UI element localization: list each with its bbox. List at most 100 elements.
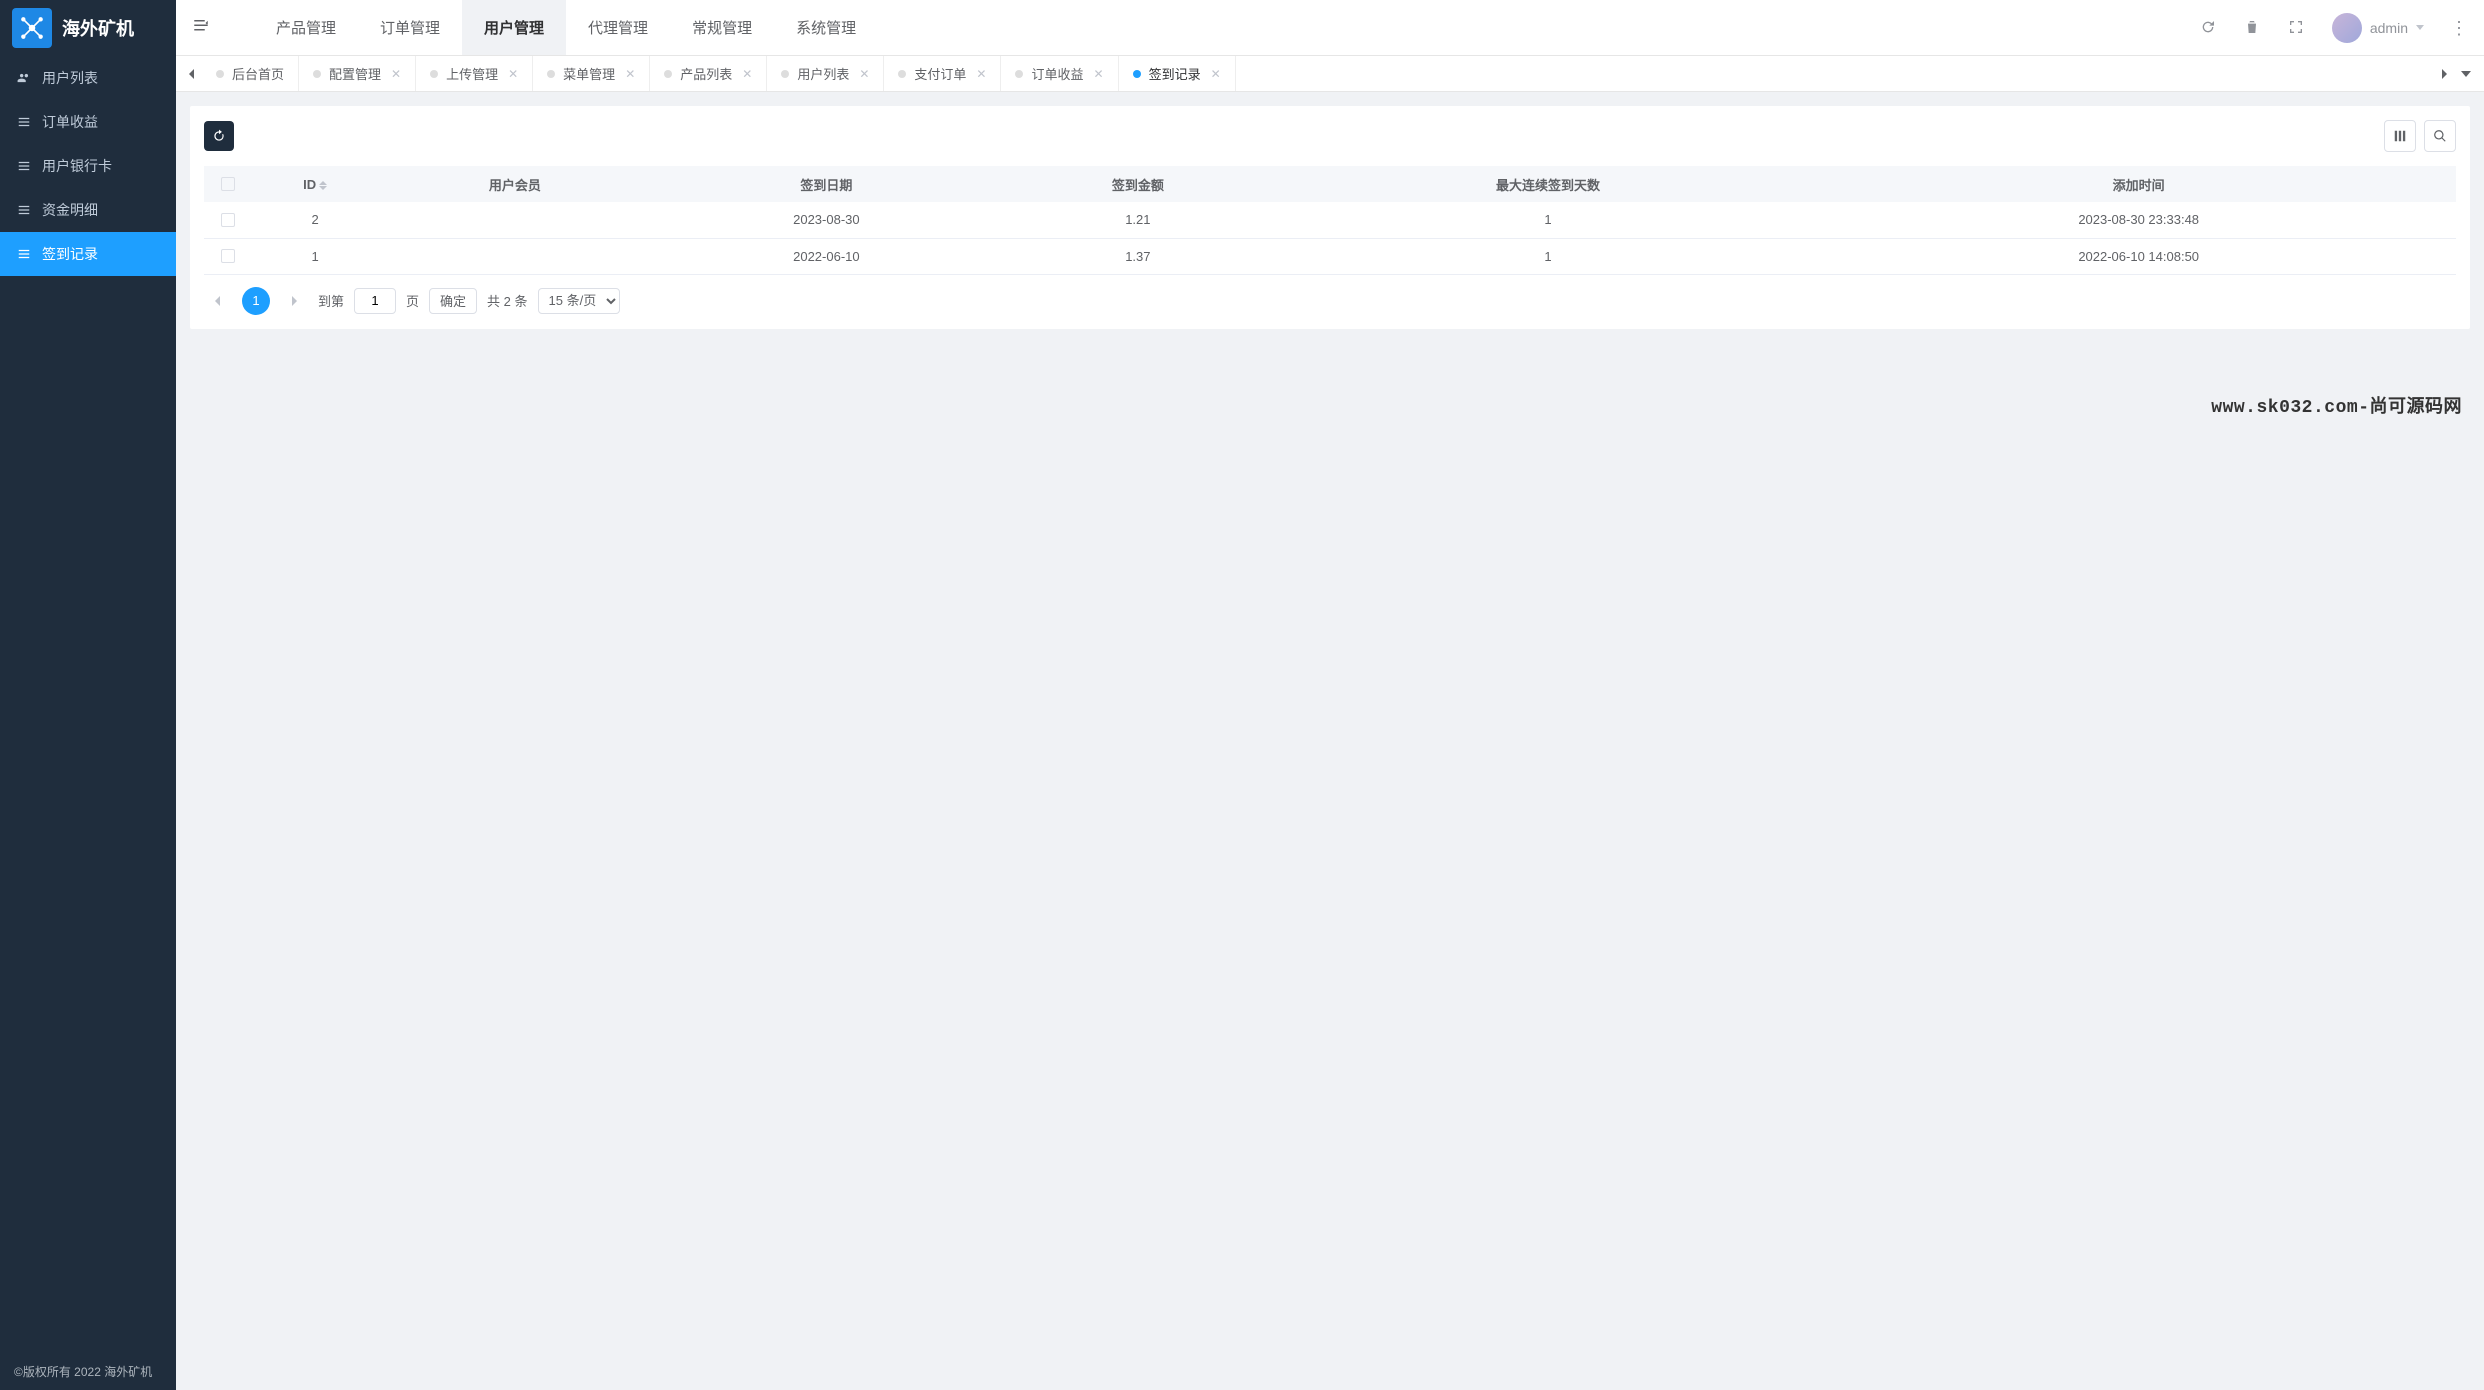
table-row: 2 2023-08-30 1.21 1 2023-08-30 23:33:48 bbox=[204, 202, 2456, 238]
dot-icon bbox=[547, 70, 555, 78]
page-prev[interactable] bbox=[204, 287, 232, 315]
sidebar-item-funds[interactable]: 资金明细 bbox=[0, 188, 176, 232]
dot-icon bbox=[216, 70, 224, 78]
tab-checkin[interactable]: 签到记录✕ bbox=[1118, 56, 1236, 91]
close-icon[interactable]: ✕ bbox=[742, 67, 752, 81]
col-id[interactable]: ID bbox=[252, 166, 378, 202]
pagination: 1 到第 页 确定 共 2 条 15 条/页 bbox=[204, 287, 2456, 315]
list-icon bbox=[16, 158, 32, 174]
cell-created: 2023-08-30 23:33:48 bbox=[1821, 202, 2456, 238]
list-icon bbox=[16, 246, 32, 262]
sidebar-item-label: 订单收益 bbox=[42, 112, 98, 132]
fullscreen-icon[interactable] bbox=[2288, 19, 2306, 37]
cell-amount: 1.21 bbox=[1001, 202, 1274, 238]
tab-scroll-left[interactable] bbox=[182, 56, 202, 91]
total-label: 共 2 条 bbox=[487, 291, 527, 310]
cell-member bbox=[378, 202, 651, 238]
dot-icon bbox=[313, 70, 321, 78]
page-suffix: 页 bbox=[406, 291, 419, 310]
nav-general[interactable]: 常规管理 bbox=[670, 0, 774, 55]
tabs-bar: 后台首页 配置管理✕ 上传管理✕ 菜单管理✕ 产品列表✕ 用户列表✕ 支付订单✕… bbox=[176, 56, 2484, 92]
close-icon[interactable]: ✕ bbox=[625, 67, 635, 81]
tab-users[interactable]: 用户列表✕ bbox=[766, 56, 884, 91]
collapse-toggle[interactable] bbox=[192, 17, 214, 39]
row-checkbox[interactable] bbox=[221, 249, 235, 263]
nav-agent[interactable]: 代理管理 bbox=[566, 0, 670, 55]
dot-icon bbox=[898, 70, 906, 78]
tab-upload[interactable]: 上传管理✕ bbox=[415, 56, 533, 91]
cell-date: 2023-08-30 bbox=[652, 202, 1002, 238]
sidebar-item-bankcard[interactable]: 用户银行卡 bbox=[0, 144, 176, 188]
chevron-down-icon bbox=[2416, 25, 2424, 30]
sidebar: 海外矿机 用户列表 订单收益 用户银行卡 资金明细 签到记录 bbox=[0, 0, 176, 1390]
logo[interactable]: 海外矿机 bbox=[0, 0, 176, 56]
users-icon bbox=[16, 70, 32, 86]
cell-maxdays: 1 bbox=[1275, 202, 1822, 238]
data-table: ID 用户会员 签到日期 签到金额 最大连续签到天数 添加时间 2 bbox=[204, 166, 2456, 275]
tab-pay[interactable]: 支付订单✕ bbox=[883, 56, 1001, 91]
page-number[interactable]: 1 bbox=[242, 287, 270, 315]
sidebar-item-checkin[interactable]: 签到记录 bbox=[0, 232, 176, 276]
close-icon[interactable]: ✕ bbox=[1094, 67, 1104, 81]
refresh-icon[interactable] bbox=[2200, 19, 2218, 37]
username: admin bbox=[2370, 20, 2408, 36]
row-checkbox[interactable] bbox=[221, 213, 235, 227]
sidebar-item-label: 资金明细 bbox=[42, 200, 98, 220]
more-icon[interactable]: ⋮ bbox=[2450, 19, 2468, 37]
tab-home[interactable]: 后台首页 bbox=[202, 56, 299, 91]
sidebar-item-order-income[interactable]: 订单收益 bbox=[0, 100, 176, 144]
dot-icon bbox=[430, 70, 438, 78]
tab-menu[interactable]: 菜单管理✕ bbox=[532, 56, 650, 91]
toolbar bbox=[204, 120, 2456, 152]
close-icon[interactable]: ✕ bbox=[1211, 67, 1221, 81]
select-all-checkbox[interactable] bbox=[221, 177, 235, 191]
sidebar-item-users[interactable]: 用户列表 bbox=[0, 56, 176, 100]
refresh-button[interactable] bbox=[204, 121, 234, 151]
close-icon[interactable]: ✕ bbox=[859, 67, 869, 81]
logo-icon bbox=[12, 8, 52, 48]
nav-order[interactable]: 订单管理 bbox=[358, 0, 462, 55]
tab-scroll-right[interactable] bbox=[2434, 56, 2454, 91]
tab-income[interactable]: 订单收益✕ bbox=[1000, 56, 1118, 91]
page-next[interactable] bbox=[280, 287, 308, 315]
cell-date: 2022-06-10 bbox=[652, 238, 1002, 274]
close-icon[interactable]: ✕ bbox=[391, 67, 401, 81]
columns-button[interactable] bbox=[2384, 120, 2416, 152]
content: ID 用户会员 签到日期 签到金额 最大连续签到天数 添加时间 2 bbox=[176, 92, 2484, 1390]
header-right: admin ⋮ bbox=[2200, 13, 2468, 43]
table-header-row: ID 用户会员 签到日期 签到金额 最大连续签到天数 添加时间 bbox=[204, 166, 2456, 202]
tabs-list: 后台首页 配置管理✕ 上传管理✕ 菜单管理✕ 产品列表✕ 用户列表✕ 支付订单✕… bbox=[202, 56, 2434, 91]
tab-dropdown[interactable] bbox=[2454, 69, 2478, 79]
close-icon[interactable]: ✕ bbox=[508, 67, 518, 81]
nav-user[interactable]: 用户管理 bbox=[462, 0, 566, 55]
cell-member bbox=[378, 238, 651, 274]
dot-icon bbox=[781, 70, 789, 78]
page-input[interactable] bbox=[354, 288, 396, 314]
goto-label: 到第 bbox=[318, 291, 344, 310]
col-date: 签到日期 bbox=[652, 166, 1002, 202]
side-menu: 用户列表 订单收益 用户银行卡 资金明细 签到记录 bbox=[0, 56, 176, 1353]
copyright: ©版权所有 2022 海外矿机 bbox=[0, 1353, 176, 1390]
close-icon[interactable]: ✕ bbox=[976, 67, 986, 81]
col-maxdays: 最大连续签到天数 bbox=[1275, 166, 1822, 202]
table-row: 1 2022-06-10 1.37 1 2022-06-10 14:08:50 bbox=[204, 238, 2456, 274]
tab-config[interactable]: 配置管理✕ bbox=[298, 56, 416, 91]
sidebar-item-label: 签到记录 bbox=[42, 244, 98, 264]
cell-id: 1 bbox=[252, 238, 378, 274]
dot-icon bbox=[1015, 70, 1023, 78]
per-page-select[interactable]: 15 条/页 bbox=[538, 288, 620, 314]
nav-product[interactable]: 产品管理 bbox=[254, 0, 358, 55]
cell-id: 2 bbox=[252, 202, 378, 238]
sidebar-item-label: 用户列表 bbox=[42, 68, 98, 88]
list-icon bbox=[16, 114, 32, 130]
user-menu[interactable]: admin bbox=[2332, 13, 2424, 43]
nav-system[interactable]: 系统管理 bbox=[774, 0, 878, 55]
search-button[interactable] bbox=[2424, 120, 2456, 152]
header: 产品管理 订单管理 用户管理 代理管理 常规管理 系统管理 admin ⋮ bbox=[176, 0, 2484, 56]
sidebar-item-label: 用户银行卡 bbox=[42, 156, 112, 176]
trash-icon[interactable] bbox=[2244, 19, 2262, 37]
page-confirm-button[interactable]: 确定 bbox=[429, 288, 477, 314]
tab-products[interactable]: 产品列表✕ bbox=[649, 56, 767, 91]
list-icon bbox=[16, 202, 32, 218]
brand-name: 海外矿机 bbox=[62, 15, 134, 41]
